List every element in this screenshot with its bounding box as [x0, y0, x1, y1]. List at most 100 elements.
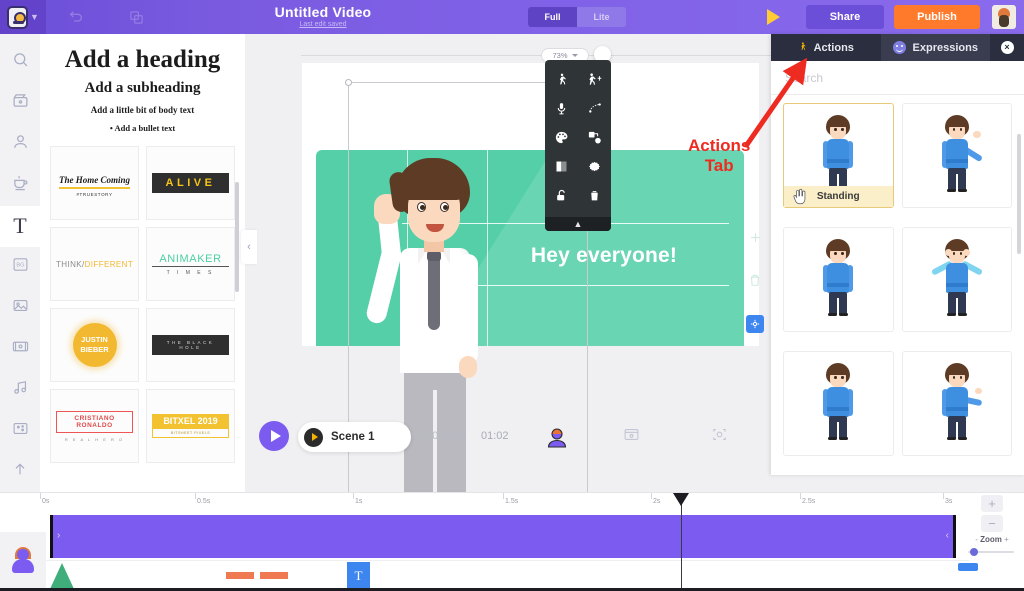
sidebar-item-video-clip[interactable] — [0, 328, 40, 369]
text-option-bullet[interactable]: Add a bullet text — [48, 120, 237, 136]
template-card-cristiano-ronaldo[interactable]: CRISTIANO RONALDO R E A L H E R O — [50, 389, 139, 463]
mode-lite-button[interactable]: Lite — [577, 7, 626, 27]
top-bar: ▼ Untitled Video Last edit saved Full Li… — [0, 0, 1024, 34]
tab-actions[interactable]: Actions — [771, 34, 881, 61]
annotation-line-2: Tab — [704, 156, 734, 175]
track-handle-right[interactable]: ‹ — [946, 530, 949, 541]
sidebar-item-music[interactable] — [0, 369, 40, 410]
canvas-side-tools — [745, 219, 765, 345]
text-option-body[interactable]: Add a little bit of body text — [48, 101, 237, 120]
toolbar-contrast-button[interactable] — [545, 155, 578, 182]
timeline-ruler[interactable]: 0s 0.5s 1s 1.5s 2s 2.5s 3s — [40, 493, 969, 511]
sidebar-item-search[interactable] — [0, 42, 40, 83]
sidebar-item-text[interactable]: T — [0, 205, 40, 247]
selection-handle-tl[interactable] — [345, 79, 352, 86]
timeline-zoom-out-button[interactable]: − — [981, 515, 1003, 532]
action-card-pose-4[interactable] — [901, 227, 1012, 332]
sidebar-item-upload[interactable] — [0, 451, 40, 492]
undo-button[interactable] — [46, 0, 106, 34]
template-card-justin-bieber[interactable]: JUSTIN BIEBER — [50, 308, 139, 382]
timeline-zoom-slider-knob[interactable] — [970, 548, 978, 556]
preview-play-icon[interactable] — [767, 9, 780, 25]
text-option-subheading[interactable]: Add a subheading — [48, 75, 237, 101]
action-thumbnail-stand-2 — [817, 238, 859, 316]
library-scrollbar[interactable] — [235, 182, 239, 292]
template-card-black-hole[interactable]: THE BLACK HOLE — [146, 308, 235, 382]
track-handle-left[interactable]: › — [57, 530, 60, 541]
toolbar-action-button[interactable] — [545, 68, 578, 95]
track-icon-scene[interactable] — [623, 426, 640, 443]
action-card-pose-5[interactable] — [783, 351, 894, 456]
toolbar-swap-button[interactable] — [578, 126, 611, 153]
video-clip-icon — [12, 338, 29, 360]
sidebar-item-background[interactable]: BG — [0, 247, 40, 288]
template-subtitle: BITSHEET PIXELS — [152, 428, 229, 438]
timeline-zoom-slider[interactable] — [968, 547, 1014, 557]
template-title-b: DIFFERENT — [84, 259, 134, 269]
project-title-block[interactable]: Untitled Video Last edit saved — [228, 4, 418, 30]
toolbar-color-button[interactable] — [545, 126, 578, 153]
chevron-left-icon: ‹ — [247, 241, 251, 253]
search-input[interactable] — [785, 70, 1010, 85]
scene-play-icon-wrap[interactable] — [304, 427, 323, 447]
smiley-icon — [892, 41, 906, 54]
sidebar-item-video[interactable] — [0, 83, 40, 124]
track-icon-camera[interactable] — [711, 426, 728, 443]
toolbar-lock-button[interactable] — [545, 184, 578, 211]
video-canvas[interactable]: Hey everyone! — [302, 63, 759, 502]
marker-clip-1[interactable] — [226, 572, 254, 579]
template-card-animaker-times[interactable]: ANIMAKER T I M E S — [146, 227, 235, 301]
scene-play-button[interactable] — [259, 421, 289, 451]
template-card-bitxel[interactable]: BITXEL 2019 BITSHEET PIXELS — [146, 389, 235, 463]
toolbar-voice-button[interactable] — [545, 97, 578, 124]
marker-text[interactable]: T — [347, 562, 370, 590]
action-card-pose-6[interactable] — [901, 351, 1012, 456]
action-card-pose-2[interactable] — [901, 103, 1012, 208]
share-button[interactable]: Share — [806, 5, 884, 29]
mode-full-button[interactable]: Full — [528, 7, 577, 27]
tick-label: 3s — [945, 498, 953, 505]
canvas-add-button[interactable] — [745, 219, 765, 261]
camera-frame-icon — [713, 428, 726, 441]
sidebar-item-character[interactable] — [0, 124, 40, 165]
publish-button[interactable]: Publish — [894, 5, 980, 29]
chevron-up-icon: ▲ — [573, 219, 583, 229]
template-card-home-coming[interactable]: The Home Coming #TRUESTORY — [50, 146, 139, 220]
mode-toggle[interactable]: Full Lite — [528, 7, 626, 27]
marker-blue[interactable] — [958, 563, 978, 571]
timeline-zoom-in-button[interactable]: + — [981, 495, 1003, 512]
sidebar-item-effects[interactable] — [0, 410, 40, 451]
tab-expressions[interactable]: Expressions — [880, 34, 990, 61]
app-logo-button[interactable]: ▼ — [0, 0, 46, 34]
toolbar-settings-button[interactable] — [578, 155, 611, 182]
sidebar-item-prop[interactable] — [0, 165, 40, 206]
track-icon-character[interactable] — [545, 426, 569, 450]
toolbar-motion-path-button[interactable] — [578, 97, 611, 124]
close-icon: × — [1000, 41, 1014, 54]
prop-cup-icon — [12, 174, 29, 196]
sidebar-item-image[interactable] — [0, 287, 40, 328]
chevron-down-icon[interactable]: ▼ — [30, 12, 39, 22]
tick-label: 0s — [42, 498, 50, 505]
timeline-playhead[interactable] — [673, 493, 689, 588]
canvas-camera-button[interactable] — [745, 303, 765, 345]
template-card-alive[interactable]: ALIVE — [146, 146, 235, 220]
toolbar-add-action-button[interactable] — [578, 68, 611, 95]
canvas-delete-button[interactable] — [745, 261, 765, 303]
panel-close-button[interactable]: × — [990, 34, 1024, 61]
action-card-pose-3[interactable] — [783, 227, 894, 332]
duplicate-button[interactable] — [106, 0, 166, 34]
marker-clip-2[interactable] — [260, 572, 288, 579]
scene-chip[interactable]: Scene 1 — [298, 422, 411, 452]
timeline-scene-track[interactable]: › ‹ — [50, 515, 956, 558]
library-collapse-button[interactable]: ‹ — [241, 230, 257, 264]
toolbar-delete-button[interactable] — [578, 184, 611, 211]
template-card-think-different[interactable]: THINK/DIFFERENT — [50, 227, 139, 301]
text-option-heading[interactable]: Add a heading — [48, 44, 237, 75]
marker-character[interactable] — [50, 563, 74, 589]
gear-icon — [587, 159, 602, 179]
user-avatar-icon[interactable] — [992, 5, 1016, 29]
timeline-character-avatar[interactable] — [0, 532, 46, 588]
toolbar-collapse-button[interactable]: ▲ — [545, 217, 611, 231]
actions-panel-scrollbar[interactable] — [1017, 134, 1021, 254]
